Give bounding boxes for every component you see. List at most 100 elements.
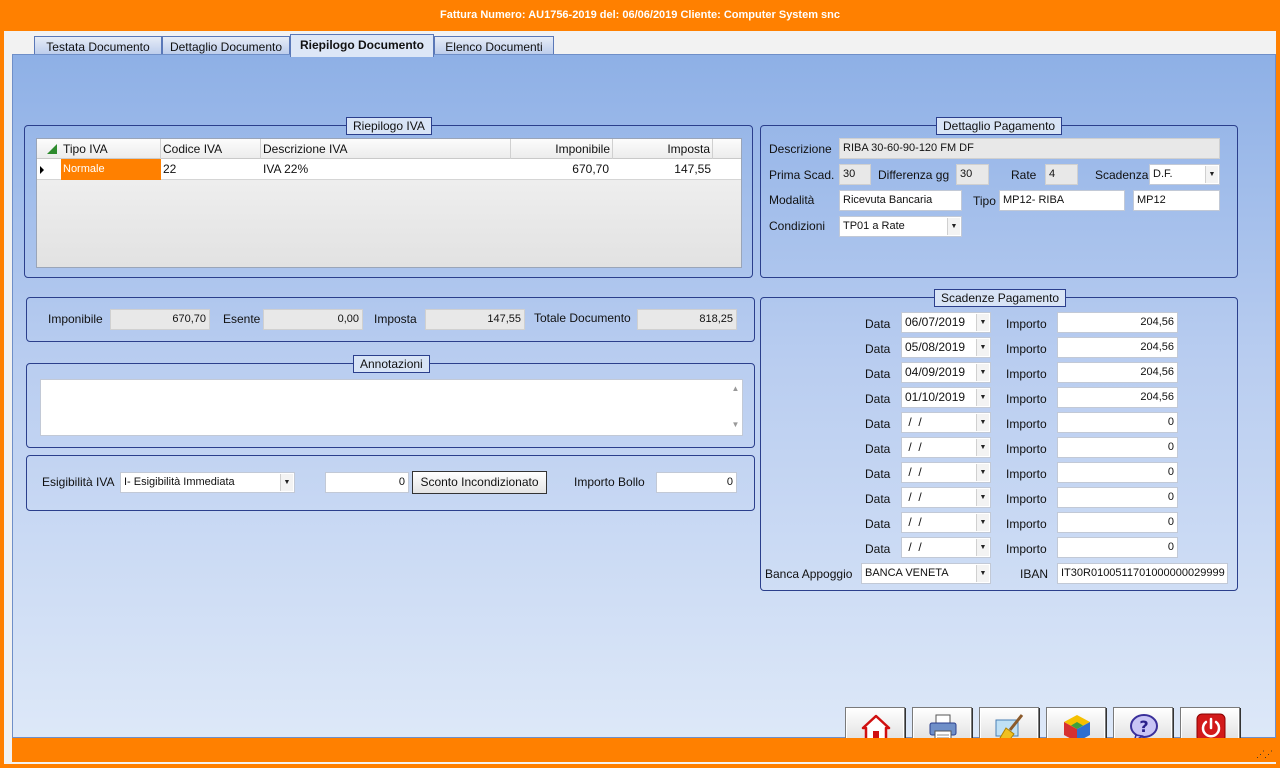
cell-tipo-iva[interactable]: Normale xyxy=(61,159,161,180)
annotazioni-title: Annotazioni xyxy=(353,355,430,373)
data-label: Data xyxy=(865,492,891,506)
importo-field[interactable]: 0 xyxy=(1057,487,1178,508)
data-select[interactable]: / / ▼ xyxy=(901,512,991,533)
importo-field[interactable]: 204,56 xyxy=(1057,337,1178,358)
list-item: Data / / ▼ Importo 0 xyxy=(761,487,1237,508)
importo-label: Importo xyxy=(1006,517,1047,531)
col-codice-iva[interactable]: Codice IVA xyxy=(161,139,261,159)
col-imponibile[interactable]: Imponibile xyxy=(511,139,613,159)
tipo-code-field[interactable]: MP12 xyxy=(1133,190,1220,211)
importo-label: Importo xyxy=(1006,442,1047,456)
modalita-field[interactable]: Ricevuta Bancaria xyxy=(839,190,962,211)
scroll-up-icon[interactable]: ▲ xyxy=(729,380,742,398)
chevron-down-icon[interactable]: ▼ xyxy=(280,474,293,491)
importo-field[interactable]: 0 xyxy=(1057,462,1178,483)
annotazioni-scrollbar[interactable]: ▲ ▼ xyxy=(729,380,742,435)
col-descrizione-iva[interactable]: Descrizione IVA xyxy=(261,139,511,159)
totale-documento-label: Totale Documento xyxy=(534,311,631,325)
annotazioni-group: Annotazioni ▲ ▼ xyxy=(26,355,755,448)
scroll-down-icon[interactable]: ▼ xyxy=(729,416,742,434)
cell-imponibile[interactable]: 670,70 xyxy=(511,159,611,180)
importo-label: Importo xyxy=(1006,417,1047,431)
differenza-gg-field: 30 xyxy=(956,164,989,185)
col-tipo-iva[interactable]: Tipo IVA xyxy=(61,139,161,159)
importo-label: Importo xyxy=(1006,492,1047,506)
cell-imposta[interactable]: 147,55 xyxy=(613,159,713,180)
list-item: Data / / ▼ Importo 0 xyxy=(761,437,1237,458)
prima-scad-label: Prima Scad. xyxy=(769,168,835,182)
select-all-icon[interactable] xyxy=(47,144,57,154)
sconto-incondizionato-button[interactable]: Sconto Incondizionato xyxy=(412,471,547,494)
window-body: Testata Documento Dettaglio Documento Ri… xyxy=(4,31,1276,764)
data-label: Data xyxy=(865,542,891,556)
svg-text:?: ? xyxy=(1139,717,1148,736)
importo-field[interactable]: 0 xyxy=(1057,512,1178,533)
data-select[interactable]: / / ▼ xyxy=(901,487,991,508)
dettaglio-pagamento-title: Dettaglio Pagamento xyxy=(936,117,1063,135)
chevron-down-icon[interactable]: ▼ xyxy=(976,514,989,531)
scadenza-select[interactable]: D.F. ▼ xyxy=(1149,164,1220,185)
data-value: / / xyxy=(905,515,922,529)
chevron-down-icon[interactable]: ▼ xyxy=(976,539,989,556)
importo-field[interactable]: 204,56 xyxy=(1057,387,1178,408)
list-item: Data 06/07/2019 ▼ Importo 204,56 xyxy=(761,312,1237,333)
differenza-gg-label: Differenza gg xyxy=(878,168,950,182)
dettaglio-pagamento-group: Dettaglio Pagamento Descrizione RIBA 30-… xyxy=(760,117,1238,278)
importo-label: Importo xyxy=(1006,542,1047,556)
data-select[interactable]: 01/10/2019 ▼ xyxy=(901,387,991,408)
chevron-down-icon[interactable]: ▼ xyxy=(976,439,989,456)
imponibile-field: 670,70 xyxy=(110,309,210,330)
chevron-down-icon[interactable]: ▼ xyxy=(976,565,989,582)
table-row[interactable]: Normale 22 IVA 22% 670,70 147,55 xyxy=(37,159,741,180)
banca-appoggio-label: Banca Appoggio xyxy=(765,567,853,581)
data-select[interactable]: / / ▼ xyxy=(901,462,991,483)
list-item: Data / / ▼ Importo 0 xyxy=(761,537,1237,558)
chevron-down-icon[interactable]: ▼ xyxy=(976,389,989,406)
totale-documento-field: 818,25 xyxy=(637,309,737,330)
banca-appoggio-select[interactable]: BANCA VENETA ▼ xyxy=(861,563,991,584)
chevron-down-icon[interactable]: ▼ xyxy=(976,339,989,356)
data-select[interactable]: 06/07/2019 ▼ xyxy=(901,312,991,333)
data-value: / / xyxy=(905,415,922,429)
chevron-down-icon[interactable]: ▼ xyxy=(976,364,989,381)
chevron-down-icon[interactable]: ▼ xyxy=(976,414,989,431)
data-select[interactable]: 05/08/2019 ▼ xyxy=(901,337,991,358)
sconto-field[interactable]: 0 xyxy=(325,472,409,493)
chevron-down-icon[interactable]: ▼ xyxy=(947,218,960,235)
tab-riepilogo-documento[interactable]: Riepilogo Documento xyxy=(290,34,434,57)
importo-field[interactable]: 0 xyxy=(1057,537,1178,558)
condizioni-select[interactable]: TP01 a Rate ▼ xyxy=(839,216,962,237)
data-value: / / xyxy=(905,465,922,479)
importo-label: Importo xyxy=(1006,392,1047,406)
imposta-label: Imposta xyxy=(374,312,417,326)
scadenza-label: Scadenza xyxy=(1095,168,1149,182)
chevron-down-icon[interactable]: ▼ xyxy=(1205,166,1218,183)
chevron-down-icon[interactable]: ▼ xyxy=(976,314,989,331)
data-value: / / xyxy=(905,440,922,454)
totali-group: Imponibile 670,70 Esente 0,00 Imposta 14… xyxy=(26,297,755,342)
col-imposta[interactable]: Imposta xyxy=(613,139,713,159)
esigibilita-select[interactable]: I- Esigibilità Immediata ▼ xyxy=(120,472,295,493)
chevron-down-icon[interactable]: ▼ xyxy=(976,489,989,506)
annotazioni-textarea[interactable] xyxy=(40,379,743,436)
tipo-field[interactable]: MP12- RIBA xyxy=(999,190,1125,211)
data-select[interactable]: 04/09/2019 ▼ xyxy=(901,362,991,383)
data-label: Data xyxy=(865,317,891,331)
cell-codice-iva[interactable]: 22 xyxy=(161,159,261,180)
importo-field[interactable]: 204,56 xyxy=(1057,312,1178,333)
cell-descrizione-iva[interactable]: IVA 22% xyxy=(261,159,511,180)
chevron-down-icon[interactable]: ▼ xyxy=(976,464,989,481)
iban-field[interactable]: IT30R0100511701000000029999 xyxy=(1057,563,1228,584)
tipo-label: Tipo xyxy=(973,194,996,208)
importo-label: Importo xyxy=(1006,467,1047,481)
importo-bollo-field[interactable]: 0 xyxy=(656,472,737,493)
importo-field[interactable]: 204,56 xyxy=(1057,362,1178,383)
resize-grip-icon[interactable]: ⋰⋰ xyxy=(1256,749,1273,760)
data-value: 04/09/2019 xyxy=(905,365,966,379)
data-select[interactable]: / / ▼ xyxy=(901,412,991,433)
condizioni-value: TP01 a Rate xyxy=(843,220,905,232)
importo-field[interactable]: 0 xyxy=(1057,412,1178,433)
data-select[interactable]: / / ▼ xyxy=(901,437,991,458)
importo-field[interactable]: 0 xyxy=(1057,437,1178,458)
data-select[interactable]: / / ▼ xyxy=(901,537,991,558)
